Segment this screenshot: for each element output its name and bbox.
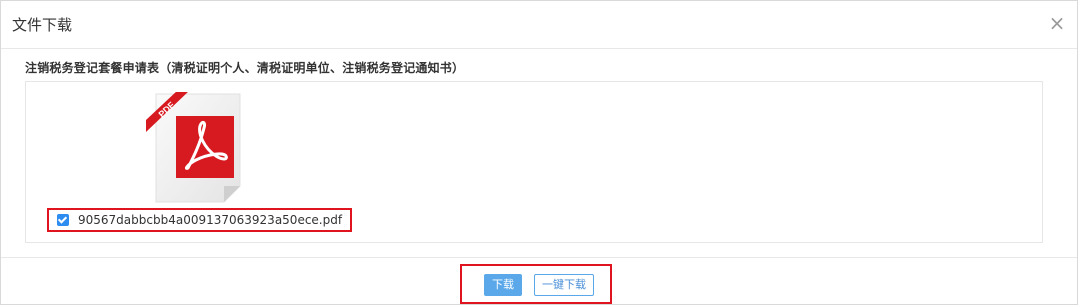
footer-button-group: 下载 一键下载 — [460, 264, 612, 304]
file-download-dialog: 文件下载 × 注销税务登记套餐申请表（清税证明个人、清税证明单位、注销税务登记通… — [0, 0, 1078, 305]
file-item: 90567dabbcbb4a009137063923a50ece.pdf — [47, 208, 352, 232]
file-list-panel: PDF 90567dabbcbb4a009137063923a50ece.pdf — [25, 81, 1043, 243]
pdf-file-icon[interactable]: PDF — [142, 92, 242, 204]
download-all-button[interactable]: 一键下载 — [534, 274, 594, 296]
dialog-title: 文件下载 — [12, 16, 73, 34]
file-name[interactable]: 90567dabbcbb4a009137063923a50ece.pdf — [78, 213, 342, 227]
download-button[interactable]: 下载 — [484, 274, 522, 296]
dialog-header: 文件下载 × — [1, 1, 1077, 49]
footer-divider — [1, 257, 1077, 258]
file-checkbox[interactable] — [57, 214, 69, 226]
close-icon[interactable]: × — [1047, 13, 1067, 33]
section-title: 注销税务登记套餐申请表（清税证明个人、清税证明单位、注销税务登记通知书） — [25, 61, 465, 75]
